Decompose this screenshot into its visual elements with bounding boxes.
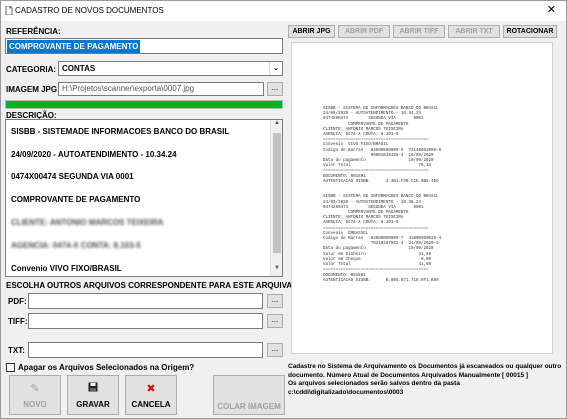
- referencia-value: COMPROVANTE DE PAGAMENTO: [7, 40, 141, 53]
- outros-arquivos-label: ESCOLHA OUTROS ARQUIVOS CORRESPONDENTE P…: [6, 281, 324, 290]
- info-line3: c:\cddi\digitalizado\documentos\0003: [288, 388, 404, 396]
- imagem-jpg-label: IMAGEM JPG:: [6, 85, 60, 94]
- title-bar: CADASTRO DE NOVOS DOCUMENTOS ✕: [1, 1, 566, 21]
- browse-txt-button[interactable]: ...: [267, 343, 283, 357]
- descricao-line: SISBB - SISTEMADE INFORMACOES BANCO DO B…: [11, 127, 230, 136]
- colar-imagem-label: COLAR IMAGEM: [217, 402, 281, 411]
- abrir-jpg-button[interactable]: ABRIR JPG: [288, 25, 335, 38]
- rotacionar-button[interactable]: ROTACIONAR: [503, 25, 557, 38]
- referencia-input[interactable]: COMPROVANTE DE PAGAMENTO: [5, 38, 283, 54]
- document-register-window: CADASTRO DE NOVOS DOCUMENTOS ✕ REFERÊNCI…: [0, 0, 567, 419]
- browse-pdf-button[interactable]: ...: [267, 294, 283, 308]
- gravar-button[interactable]: GRAVAR: [67, 375, 119, 415]
- info-line1: Cadastre no Sistema de Arquivamento os D…: [288, 363, 562, 379]
- categoria-label: CATEGORIA:: [6, 65, 57, 74]
- progress-fill: [6, 101, 282, 108]
- imagem-jpg-input[interactable]: H:\Projetos\scanner\exporta\0007.jpg: [58, 82, 264, 96]
- browse-tiff-button[interactable]: ...: [267, 314, 283, 328]
- info-text: Cadastre no Sistema de Arquivamento os D…: [288, 363, 564, 397]
- apagar-checkbox[interactable]: [6, 363, 15, 372]
- descricao-scrollbar[interactable]: ▲ ▼: [270, 120, 282, 276]
- progress-bar: [5, 100, 283, 109]
- save-icon: [68, 382, 118, 395]
- cancela-button[interactable]: ✖ CANCELA: [125, 375, 177, 415]
- descricao-line: 0474X00474 SEGUNDA VIA 0001: [11, 172, 134, 181]
- cancel-icon: ✖: [146, 383, 156, 395]
- descricao-line-redacted: AGENCIA: 0474-X CONTA: 8.103-5: [11, 241, 141, 250]
- close-icon[interactable]: ✕: [547, 4, 556, 16]
- app-icon: [5, 6, 13, 15]
- scroll-down-icon[interactable]: ▼: [271, 265, 282, 276]
- descricao-line-redacted: CLIENTE: ANTONIO MARCOS TEIXEIRA: [11, 218, 164, 227]
- categoria-value: CONTAS: [62, 64, 96, 73]
- abrir-tiff-button[interactable]: ABRIR TIFF: [393, 25, 445, 38]
- categoria-select[interactable]: CONTAS ⌄: [58, 61, 283, 76]
- descricao-line: 24/09/2020 - AUTOATENDIMENTO - 10.34.24: [11, 150, 177, 159]
- colar-imagem-button[interactable]: COLAR IMAGEM: [213, 375, 285, 415]
- new-document-icon: ✎: [30, 383, 40, 395]
- receipt-preview-text: SISBB - SISTEMA DE INFORMACOES BANCO DO …: [323, 107, 442, 283]
- window-title: CADASTRO DE NOVOS DOCUMENTOS: [15, 6, 164, 15]
- pdf-input[interactable]: [28, 293, 263, 309]
- tiff-label: TIFF:: [8, 317, 28, 326]
- browse-jpg-button[interactable]: ...: [267, 82, 283, 96]
- descricao-textarea[interactable]: SISBB - SISTEMADE INFORMACOES BANCO DO B…: [5, 119, 283, 277]
- apagar-label: Apagar os Arquivos Selecionados na Orige…: [18, 363, 195, 372]
- cancela-label: CANCELA: [131, 400, 171, 409]
- txt-label: TXT:: [8, 346, 25, 355]
- scroll-thumb[interactable]: [273, 133, 281, 253]
- tiff-input[interactable]: [28, 313, 263, 329]
- abrir-txt-button[interactable]: ABRIR TXT: [448, 25, 500, 38]
- novo-button[interactable]: ✎ NOVO: [9, 375, 61, 415]
- txt-input[interactable]: [28, 342, 263, 358]
- pdf-label: PDF:: [8, 297, 27, 306]
- gravar-label: GRAVAR: [76, 400, 110, 409]
- image-preview: SISBB - SISTEMA DE INFORMACOES BANCO DO …: [291, 42, 553, 354]
- referencia-label: REFERÊNCIA:: [6, 27, 61, 36]
- descricao-line: COMPROVANTE DE PAGAMENTO: [11, 195, 141, 204]
- scroll-up-icon[interactable]: ▲: [271, 120, 282, 131]
- chevron-down-icon[interactable]: ⌄: [269, 62, 282, 75]
- novo-label: NOVO: [23, 400, 47, 409]
- info-line2: Os arquivos selecionados serão salvos de…: [288, 380, 460, 387]
- descricao-line: Convenio VIVO FIXO/BRASIL: [11, 264, 122, 273]
- abrir-pdf-button[interactable]: ABRIR PDF: [338, 25, 390, 38]
